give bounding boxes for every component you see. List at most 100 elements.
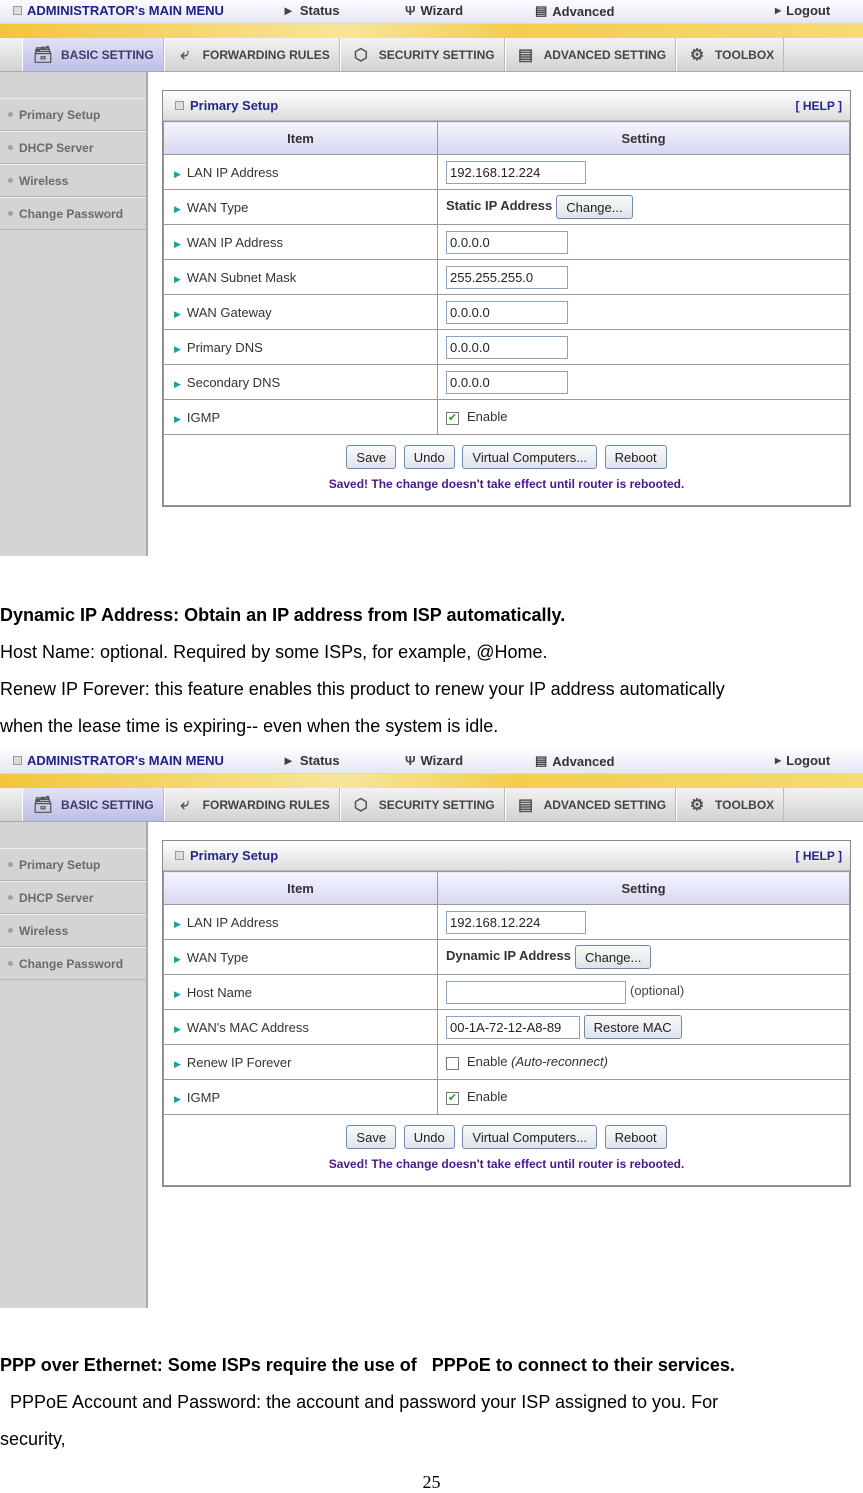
- tab-basic-setting[interactable]: 🗃 BASIC SETTING: [22, 38, 164, 71]
- arrow-right-icon: ▶: [174, 343, 181, 354]
- tab-forwarding-rules[interactable]: ⤶ FORWARDING RULES: [163, 788, 340, 821]
- save-button[interactable]: Save: [346, 445, 397, 469]
- advanced-icon: ▤: [535, 753, 548, 768]
- igmp-checkbox[interactable]: ✔: [446, 1091, 459, 1105]
- pppoe-account-description: PPPoE Account and Password: the account …: [0, 1392, 719, 1412]
- panel-header: Primary Setup [ HELP ]: [163, 91, 850, 121]
- bullet-icon: [8, 178, 13, 183]
- main-nav: 🗃 BASIC SETTING ⤶ FORWARDING RULES ⬡ SECURI…: [0, 38, 863, 72]
- sidebar-item-primary-setup[interactable]: Primary Setup: [0, 98, 146, 131]
- primary-dns-input[interactable]: [446, 335, 568, 359]
- sidebar-item-change-password[interactable]: Change Password: [0, 197, 146, 230]
- table-row: ▶ Secondary DNS: [163, 364, 850, 400]
- virtual-computers-button[interactable]: Virtual Computers...: [462, 1125, 598, 1149]
- lan-ip-input[interactable]: [446, 160, 586, 184]
- gear-box-icon: ⚙: [689, 46, 705, 64]
- reboot-button[interactable]: Reboot: [604, 445, 667, 469]
- advanced-icon: ▤: [535, 3, 548, 18]
- table-row: ▶ Host Name (optional): [163, 974, 850, 1010]
- table-row: ▶ WAN IP Address: [163, 224, 850, 260]
- status-link[interactable]: ► Status: [282, 3, 340, 18]
- sidebar-item-change-password[interactable]: Change Password: [0, 947, 146, 980]
- logout-link[interactable]: ▶ Logout: [775, 3, 830, 18]
- arrow-right-icon: ▶: [174, 168, 181, 179]
- help-link[interactable]: [ HELP ]: [796, 99, 842, 113]
- undo-button[interactable]: Undo: [403, 445, 455, 469]
- arrow-right-icon: ▶: [174, 413, 181, 424]
- undo-button[interactable]: Undo: [403, 1125, 455, 1149]
- sidebar: Primary Setup DHCP Server Wireless Chang…: [0, 822, 148, 1308]
- arrow-right-icon: ▶: [174, 1023, 181, 1034]
- router-screenshot-static: ADMINISTRATOR's MAIN MENU ► Status Ψ Wizar…: [0, 0, 863, 556]
- virtual-computers-button[interactable]: Virtual Computers...: [462, 445, 598, 469]
- arrow-right-icon: ▶: [174, 918, 181, 929]
- router-screenshot-dynamic: ADMINISTRATOR's MAIN MENU ► Status Ψ Wizar…: [0, 750, 863, 1308]
- renew-ip-checkbox[interactable]: [446, 1056, 459, 1070]
- wan-gateway-input[interactable]: [446, 300, 568, 324]
- advanced-link[interactable]: ▤ Advanced: [535, 3, 614, 19]
- change-wan-type-button[interactable]: Change...: [556, 195, 633, 219]
- action-row: Save Undo Virtual Computers... Reboot Sa…: [163, 1114, 850, 1186]
- panel-title: Primary Setup: [190, 848, 279, 863]
- settings-table: ItemSetting ▶LAN IP Address ▶WAN Type St…: [163, 121, 850, 506]
- igmp-checkbox[interactable]: ✔: [446, 411, 459, 425]
- wan-mac-input[interactable]: [446, 1015, 580, 1039]
- change-wan-type-button[interactable]: Change...: [575, 945, 652, 969]
- optional-hint: (optional): [630, 983, 685, 999]
- square-icon: [175, 851, 184, 860]
- arrow-right-icon: ▶: [174, 378, 181, 389]
- table-row: ▶WAN's MAC Address Restore MAC: [163, 1009, 850, 1045]
- status-link[interactable]: ► Status: [282, 753, 340, 768]
- tab-advanced-setting[interactable]: ▤ ADVANCED SETTING: [504, 788, 677, 821]
- arrow-right-icon: ▶: [174, 953, 181, 964]
- sidebar-item-dhcp-server[interactable]: DHCP Server: [0, 881, 146, 914]
- pppoe-account-description-cont: security,: [0, 1429, 66, 1449]
- bullet-icon: [8, 961, 13, 966]
- main-nav: 🗃 BASIC SETTING ⤶ FORWARDING RULES ⬡ SECURI…: [0, 788, 863, 822]
- bullet-icon: [8, 862, 13, 867]
- wan-subnet-mask-input[interactable]: [446, 265, 568, 289]
- wizard-link[interactable]: Ψ Wizard: [405, 753, 463, 768]
- restore-mac-button[interactable]: Restore MAC: [583, 1015, 682, 1039]
- wan-type-value: Static IP Address: [446, 198, 553, 214]
- sidebar-item-wireless[interactable]: Wireless: [0, 914, 146, 947]
- save-button[interactable]: Save: [346, 1125, 397, 1149]
- table-row: ▶ Renew IP Forever Enable (Auto-reconnect…: [163, 1044, 850, 1080]
- host-name-description: Host Name: optional. Required by some IS…: [0, 642, 548, 662]
- logout-link[interactable]: ▶ Logout: [775, 753, 830, 768]
- tab-advanced-setting[interactable]: ▤ ADVANCED SETTING: [504, 38, 677, 71]
- tab-security-setting[interactable]: ⬡ SECURITY SETTING: [339, 788, 505, 821]
- advanced-link[interactable]: ▤ Advanced: [535, 753, 614, 769]
- lan-ip-input[interactable]: [446, 910, 586, 934]
- tab-forwarding-rules[interactable]: ⤶ FORWARDING RULES: [163, 38, 340, 71]
- page-number: 25: [422, 1472, 441, 1492]
- tab-toolbox[interactable]: ⚙ TOOLBOX: [676, 788, 785, 821]
- sidebar-item-wireless[interactable]: Wireless: [0, 164, 146, 197]
- panel-title: Primary Setup: [190, 98, 279, 113]
- wan-ip-input[interactable]: [446, 230, 568, 254]
- arrow-right-icon: ▶: [174, 273, 181, 284]
- wizard-icon: Ψ: [405, 753, 416, 768]
- tab-basic-setting[interactable]: 🗃 BASIC SETTING: [22, 788, 164, 821]
- wizard-link[interactable]: Ψ Wizard: [405, 3, 463, 18]
- action-row: Save Undo Virtual Computers... Reboot Sa…: [163, 434, 850, 506]
- tab-security-setting[interactable]: ⬡ SECURITY SETTING: [339, 38, 505, 71]
- sidebar-item-primary-setup[interactable]: Primary Setup: [0, 848, 146, 881]
- help-link[interactable]: [ HELP ]: [796, 849, 842, 863]
- bullet-icon: [8, 895, 13, 900]
- person-icon: ►: [282, 753, 295, 768]
- arrow-right-icon: ▶: [174, 308, 181, 319]
- reboot-button[interactable]: Reboot: [604, 1125, 667, 1149]
- bullet-icon: [8, 211, 13, 216]
- arrow-right-icon: ▶: [775, 756, 782, 765]
- arrow-right-icon: ▶: [775, 6, 782, 15]
- host-name-input[interactable]: [446, 980, 626, 1004]
- table-row: ▶ WAN Gateway: [163, 294, 850, 330]
- secondary-dns-input[interactable]: [446, 370, 568, 394]
- columns-icon: ▤: [518, 796, 534, 814]
- columns-icon: ▤: [518, 46, 534, 64]
- sidebar: Primary Setup DHCP Server Wireless Chang…: [0, 72, 148, 556]
- tab-toolbox[interactable]: ⚙ TOOLBOX: [676, 38, 785, 71]
- sidebar-item-dhcp-server[interactable]: DHCP Server: [0, 131, 146, 164]
- top-menu-bar: ADMINISTRATOR's MAIN MENU ► Status Ψ Wizar…: [0, 750, 863, 774]
